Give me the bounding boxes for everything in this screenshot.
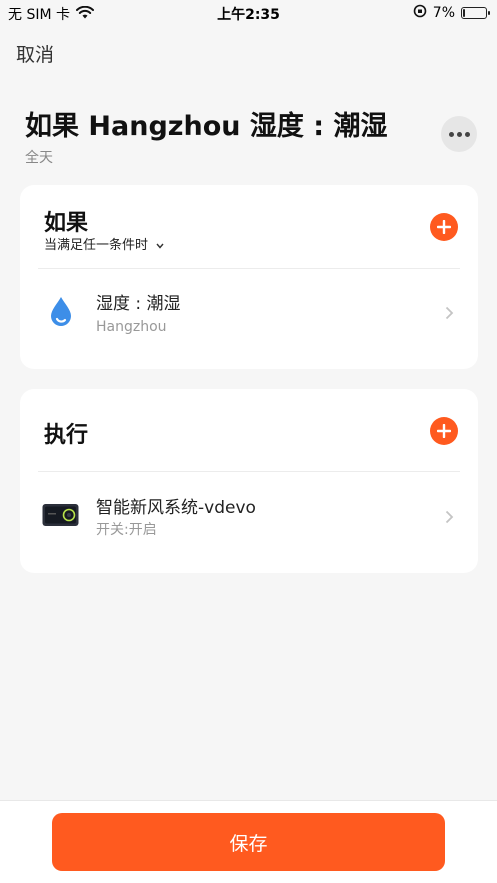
device-icon [42,503,79,531]
more-dot [456,131,462,137]
action-row[interactable]: 智能新风系统-vdevo 开关:开启 [20,477,478,557]
chevron-right-icon [445,509,454,528]
cancel-button[interactable]: 取消 [16,40,54,67]
battery-level [463,9,465,17]
condition-mode-dropdown[interactable]: 当满足任一条件时 [44,234,164,253]
battery-percent: 7% [432,5,455,21]
if-card: 如果 当满足任一条件时 湿度 : 潮湿 Hangzhou [20,185,478,369]
page-title: 如果 Hangzhou 湿度 : 潮湿 [25,111,388,142]
orientation-lock-icon [413,4,427,22]
chevron-right-icon [445,305,454,324]
chevron-down-icon [156,238,164,253]
action-device-name: 智能新风系统-vdevo [96,498,256,518]
divider [38,268,460,269]
plus-icon [437,220,451,234]
battery-icon [461,7,490,19]
bottom-bar: 保存 [0,800,497,883]
add-condition-button[interactable] [430,213,458,241]
page-subtitle: 全天 [25,150,53,166]
water-drop-icon [48,295,74,331]
condition-mode-label: 当满足任一条件时 [44,238,149,253]
more-dot [448,131,454,137]
add-action-button[interactable] [430,417,458,445]
condition-location: Hangzhou [96,319,167,335]
if-card-title: 如果 [44,211,89,236]
action-detail: 开关:开启 [96,522,157,538]
action-card: 执行 智能新风系统-vdevo 开关:开启 [20,389,478,573]
plus-icon [437,424,451,438]
condition-title: 湿度 : 潮湿 [96,294,181,314]
more-dot [464,131,470,137]
status-right: 7% [413,4,490,22]
save-button[interactable]: 保存 [52,813,445,871]
status-bar: 无 SIM 卡 上午2:35 7% [0,0,497,26]
action-card-title: 执行 [44,423,89,448]
more-options-button[interactable] [441,116,477,152]
divider [38,471,460,472]
condition-row[interactable]: 湿度 : 潮湿 Hangzhou [20,273,478,353]
